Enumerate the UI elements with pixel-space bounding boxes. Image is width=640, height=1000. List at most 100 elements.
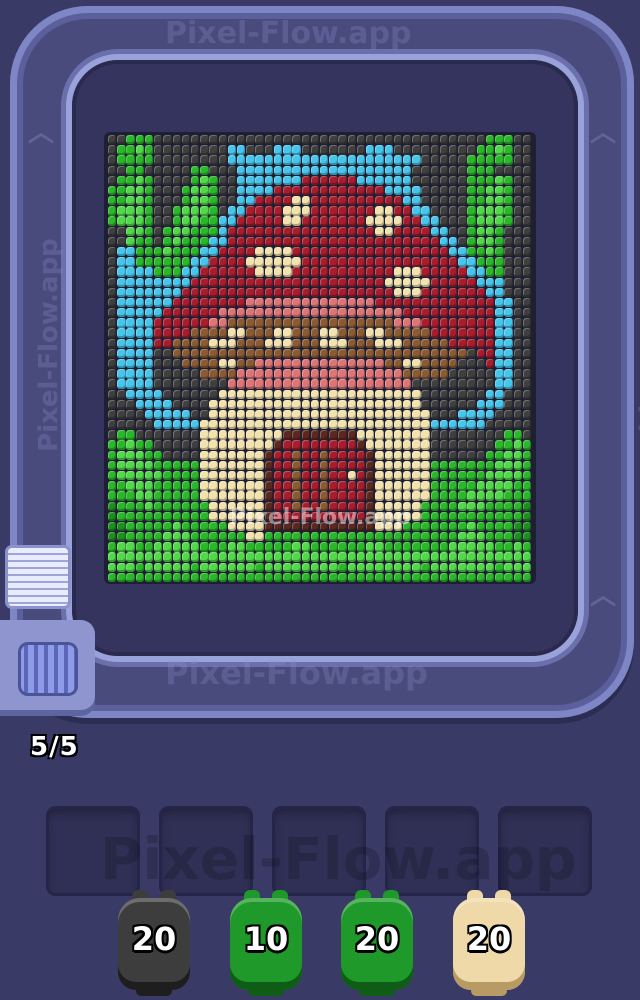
pixel-bead <box>513 236 522 247</box>
pixel-bead <box>522 562 532 572</box>
watermark-left: Pixel-Flow.app <box>33 238 64 452</box>
pixel-bead <box>513 562 522 572</box>
pixel-bead <box>190 236 200 247</box>
pixel-bead <box>476 226 486 236</box>
pixel-bead <box>209 257 218 267</box>
pixel-bead <box>421 216 430 226</box>
pixel-bead <box>356 440 366 450</box>
pixel-bead <box>246 430 255 440</box>
pixel-bead <box>439 379 449 389</box>
pixel-bead <box>181 440 191 450</box>
pixel-bead <box>292 267 301 277</box>
pixel-bead <box>310 379 320 389</box>
pixel-bead <box>255 460 264 471</box>
pixel-bead <box>190 542 200 552</box>
pixel-bead <box>163 399 172 410</box>
pixel-bead <box>402 257 412 267</box>
pixel-bead <box>163 471 172 481</box>
shooter-feet <box>359 986 395 996</box>
shooter-piece[interactable]: 10 <box>230 890 302 996</box>
pixel-bead <box>485 257 495 267</box>
pixel-bead <box>172 318 181 328</box>
pixel-bead <box>246 185 255 196</box>
pixel-bead <box>292 471 301 481</box>
pixel-bead <box>181 379 191 389</box>
pixel-bead <box>126 267 135 277</box>
pixel-bead <box>384 267 393 277</box>
pixel-bead <box>375 226 384 236</box>
pixel-bead <box>310 450 320 460</box>
pixel-bead <box>163 409 172 420</box>
pixel-bead <box>135 562 145 572</box>
pixel-bead <box>439 226 449 236</box>
pixel-bead <box>522 257 532 267</box>
pixel-bead <box>181 267 191 277</box>
pixel-bead <box>485 409 495 420</box>
pixel-bead <box>255 389 264 399</box>
pixel-bead <box>449 511 458 522</box>
pixel-bead <box>338 440 347 450</box>
pixel-bead <box>264 145 274 155</box>
pixel-bead <box>338 348 347 359</box>
pixel-bead <box>255 572 264 583</box>
pixel-bead <box>292 216 301 226</box>
pixel-bead <box>320 287 329 298</box>
pixel-bead <box>449 236 458 247</box>
pixel-bead <box>292 175 301 186</box>
pixel-bead <box>476 236 486 247</box>
pixel-bead <box>476 348 486 359</box>
shooter-piece[interactable]: 20 <box>453 890 525 996</box>
pixel-bead <box>200 236 209 247</box>
pixel-bead <box>200 369 209 379</box>
pixel-bead <box>513 552 522 562</box>
pixel-bead <box>320 399 329 410</box>
pixel-bead <box>504 420 513 430</box>
pixel-bead <box>144 297 154 308</box>
pixel-bead <box>237 562 246 572</box>
pixel-bead <box>393 297 403 308</box>
pixel-bead <box>430 267 440 277</box>
pixel-bead <box>421 196 430 206</box>
pixel-bead <box>412 338 421 348</box>
pixel-bead <box>467 521 476 532</box>
pixel-bead <box>522 216 532 226</box>
pixel-bead <box>384 440 393 450</box>
pixel-bead <box>338 308 347 318</box>
pixel-bead <box>181 511 191 522</box>
pixel-bead <box>200 552 209 562</box>
shooter-piece[interactable]: 20 <box>118 890 190 996</box>
pixel-bead <box>329 318 338 328</box>
pixel-bead <box>310 348 320 359</box>
pixel-bead <box>227 471 237 481</box>
pixel-bead <box>218 440 228 450</box>
pixel-bead <box>283 359 292 369</box>
pixel-bead <box>246 175 255 186</box>
shooter-piece[interactable]: 20 <box>341 890 413 996</box>
pixel-bead <box>246 542 255 552</box>
pixel-bead <box>117 562 126 572</box>
pixel-bead <box>485 196 495 206</box>
pixel-bead <box>301 440 310 450</box>
pixel-bead <box>495 420 504 430</box>
pixel-bead <box>375 532 384 542</box>
pixel-bead <box>255 338 264 348</box>
pixel-bead <box>154 165 163 175</box>
pixel-bead <box>181 572 191 583</box>
pixel-bead <box>135 257 145 267</box>
pixel-bead <box>430 297 440 308</box>
pixel-bead <box>449 247 458 257</box>
pixel-bead <box>522 338 532 348</box>
pixel-bead <box>347 338 357 348</box>
pixel-bead <box>430 501 440 511</box>
pixel-bead <box>227 236 237 247</box>
pixel-bead <box>476 440 486 450</box>
pixel-bead <box>320 145 329 155</box>
pixel-bead <box>421 430 430 440</box>
pixel-bead <box>227 379 237 389</box>
pixel-bead <box>430 491 440 501</box>
pixel-bead <box>237 308 246 318</box>
launcher-spool[interactable] <box>18 642 78 696</box>
pixel-bead <box>135 521 145 532</box>
pixel-bead <box>310 491 320 501</box>
pixel-bead <box>402 277 412 287</box>
